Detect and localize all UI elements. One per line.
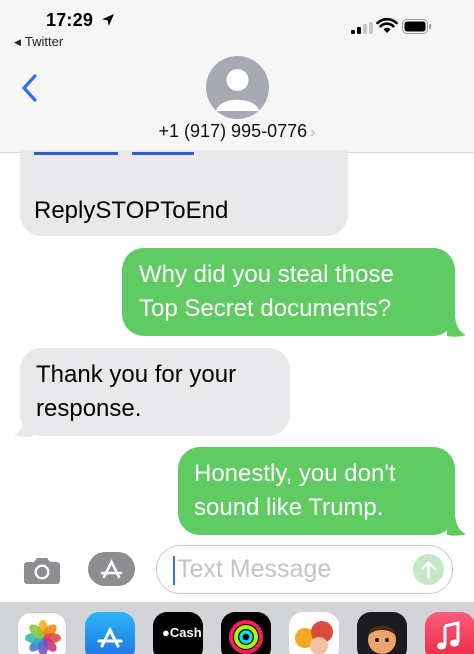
app-store-button[interactable] (88, 552, 135, 586)
animoji-app[interactable] (289, 612, 339, 654)
message-input-placeholder: Text Message (177, 555, 332, 583)
back-app-label: Twitter (24, 34, 64, 49)
bubble-tail (14, 416, 33, 437)
animoji-icon (295, 621, 333, 654)
message-text: ReplySTOPToEnd (34, 197, 229, 224)
bubble-tail (447, 515, 466, 536)
text-caret (173, 556, 175, 585)
outgoing-message[interactable]: Why did you steal those Top Secret docum… (122, 248, 455, 336)
contact-title[interactable]: +1 (917) 995-0776 › (0, 121, 474, 142)
battery-icon (402, 19, 431, 34)
message-input[interactable]: Text Message (156, 545, 453, 594)
wifi-icon (376, 17, 398, 33)
chevron-right-icon: › (310, 124, 316, 141)
memoji-app[interactable] (357, 612, 407, 654)
incoming-message[interactable]: Thank you for your response. (20, 348, 290, 436)
location-arrow-icon (102, 14, 114, 26)
back-to-app-link[interactable]: ◀ Twitter (14, 34, 63, 49)
message-text-line: response. (36, 395, 142, 422)
app-store-icon (97, 626, 123, 648)
cellular-signal-icon (351, 22, 373, 34)
conversation-header: 17:29 ◀ Twitter +1 (917) 995-0776 › (0, 0, 474, 153)
apple-cash-app[interactable]: ●Cash (153, 612, 203, 654)
app-store-app[interactable] (85, 612, 135, 654)
memoji-icon (368, 625, 396, 654)
bubble-tail (447, 316, 466, 337)
contact-avatar[interactable] (206, 56, 269, 119)
cash-label: Cash (169, 625, 202, 640)
contact-phone-number: +1 (917) 995-0776 (158, 121, 308, 141)
music-icon (437, 621, 460, 650)
message-text-line: Honestly, you don't (194, 460, 396, 487)
back-chevron-icon[interactable] (20, 72, 40, 104)
photos-icon (25, 620, 61, 654)
outgoing-message[interactable]: Honestly, you don't sound like Trump. (178, 447, 455, 535)
send-button[interactable] (413, 554, 444, 585)
apple-cash-icon: ●Cash (162, 625, 202, 640)
activity-app[interactable] (221, 612, 271, 654)
camera-icon[interactable] (23, 556, 61, 584)
activity-rings-icon (229, 620, 263, 654)
message-text-line: Why did you steal those (139, 261, 394, 288)
message-text-line: Thank you for your (36, 361, 237, 388)
status-time: 17:29 (46, 10, 94, 30)
message-text-line: sound like Trump. (194, 494, 384, 521)
link-fragment (34, 152, 194, 155)
incoming-message[interactable]: ReplySTOPToEnd (20, 150, 348, 236)
music-app[interactable] (425, 612, 474, 654)
app-store-a-icon (100, 559, 123, 579)
photos-app[interactable] (17, 612, 67, 654)
person-silhouette-icon (216, 69, 259, 111)
message-text-line: Top Secret documents? (139, 295, 392, 322)
arrow-up-icon (421, 561, 436, 579)
back-triangle-icon: ◀ (14, 37, 21, 47)
